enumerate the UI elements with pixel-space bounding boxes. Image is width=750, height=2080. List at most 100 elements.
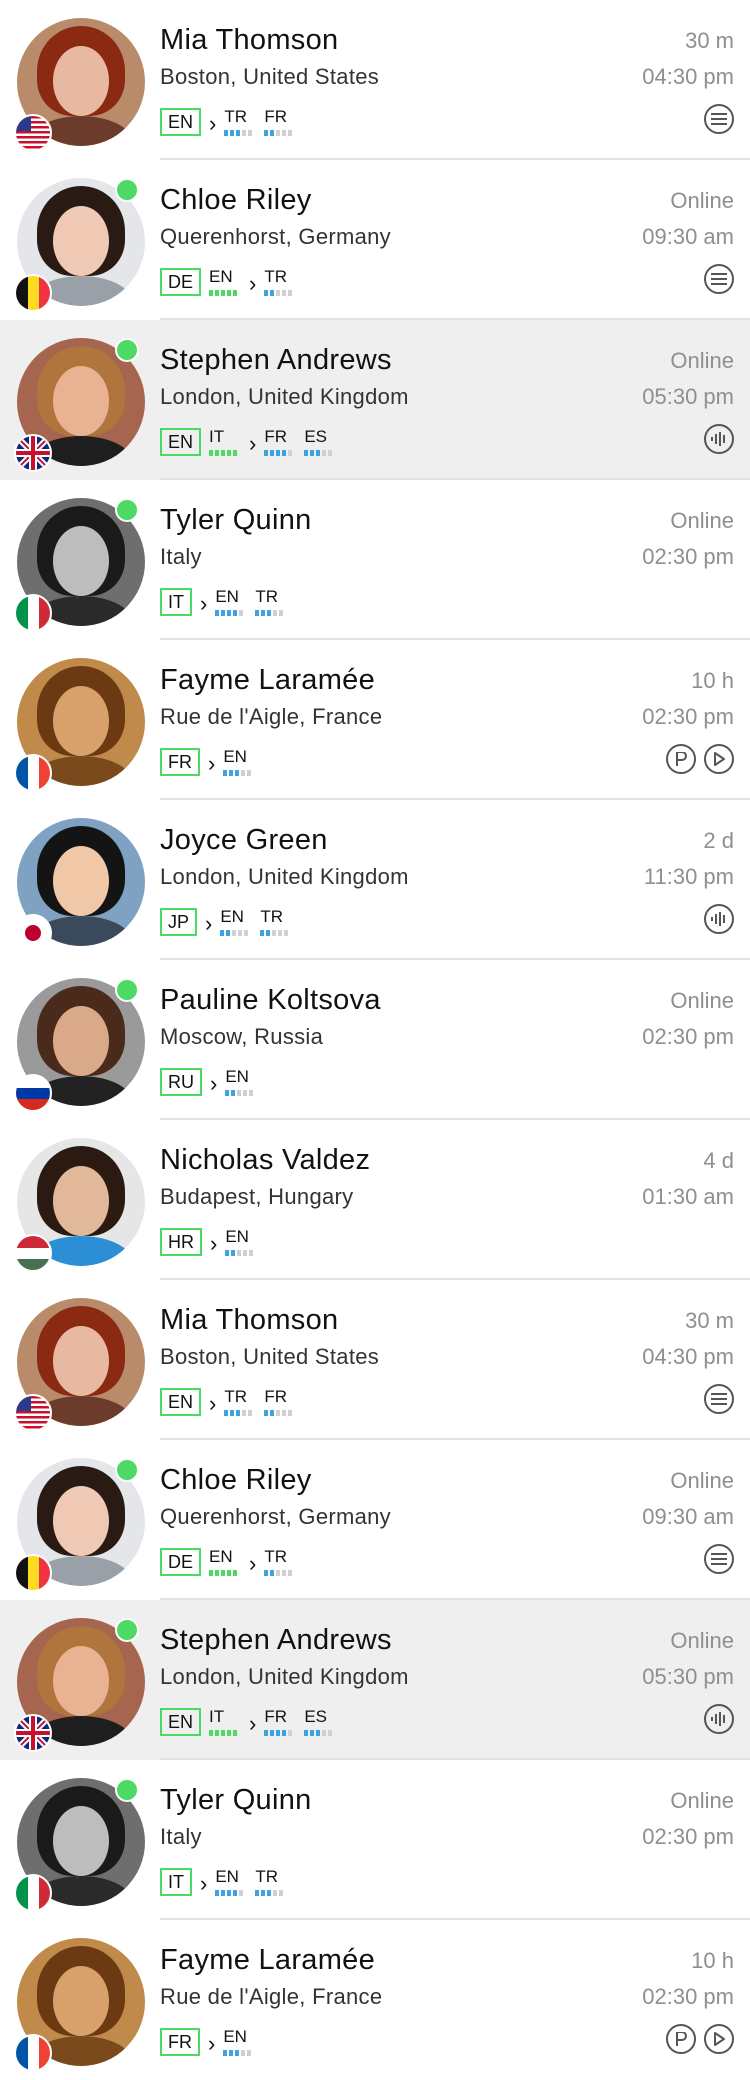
row-actions	[704, 264, 734, 294]
it-flag-icon	[14, 594, 52, 632]
language-row: FR › EN	[160, 740, 263, 776]
proficiency-bars	[225, 1090, 254, 1096]
contact-row[interactable]: Tyler Quinn Italy Online 02:30 pm IT › EN TR	[0, 1760, 750, 1920]
local-time: 02:30 pm	[642, 544, 734, 569]
last-seen-status: 2 d	[703, 828, 734, 853]
local-time: 02:30 pm	[642, 1824, 734, 1849]
local-time: 09:30 am	[642, 1504, 734, 1529]
native-language-badge: HR	[160, 1228, 202, 1256]
avatar-face	[53, 206, 109, 276]
chevron-right-icon: ›	[249, 271, 257, 296]
native-language-badge: DE	[160, 268, 202, 296]
us-flag-icon	[14, 114, 52, 152]
last-seen-status: Online	[670, 188, 734, 213]
learning-language: IT	[209, 1707, 238, 1736]
online-status-dot	[115, 178, 139, 202]
menu-icon[interactable]	[704, 264, 734, 294]
audio-icon[interactable]	[704, 904, 734, 934]
target-language: EN	[215, 588, 244, 616]
contact-location: Rue de l'Aigle, France	[160, 1984, 383, 2009]
last-seen-status: 30 m	[685, 28, 734, 53]
row-actions	[704, 1704, 734, 1734]
avatar-face	[53, 1966, 109, 2036]
audio-icon[interactable]	[704, 1704, 734, 1734]
avatar-face	[53, 46, 109, 116]
menu-icon[interactable]	[704, 104, 734, 134]
language-code: EN	[220, 907, 244, 926]
language-code: EN	[209, 267, 233, 286]
proficiency-bars	[264, 450, 293, 456]
contact-row[interactable]: Fayme Laramée Rue de l'Aigle, France 10 h 0…	[0, 640, 750, 800]
local-time: 01:30 am	[642, 1184, 734, 1209]
target-language: FR	[264, 108, 293, 136]
native-language-badge: EN	[160, 1388, 202, 1416]
language-code: EN	[209, 1547, 233, 1566]
contact-row[interactable]: Stephen Andrews London, United Kingdom Onl…	[0, 1600, 750, 1760]
it-flag-icon	[14, 1874, 52, 1912]
play-icon[interactable]	[704, 2024, 734, 2054]
proficiency-bars	[223, 770, 252, 776]
us-flag-icon	[14, 1394, 52, 1432]
contact-name: Mia Thomson	[160, 1304, 339, 1336]
avatar-face	[53, 526, 109, 596]
contact-row[interactable]: Fayme Laramée Rue de l'Aigle, France 10 h 0…	[0, 1920, 750, 2080]
avatar-face	[53, 1166, 109, 1236]
language-row: EN IT › FR ES	[160, 1700, 344, 1736]
menu-icon[interactable]	[704, 1384, 734, 1414]
target-language: FR	[264, 1388, 293, 1416]
language-code: TR	[255, 587, 278, 606]
language-code: FR	[264, 1707, 288, 1726]
contact-row[interactable]: Tyler Quinn Italy Online 02:30 pm IT › EN TR	[0, 480, 750, 640]
audio-icon[interactable]	[704, 424, 734, 454]
native-language-badge: IT	[160, 1868, 192, 1896]
contact-location: Boston, United States	[160, 1344, 380, 1369]
play-icon[interactable]	[704, 744, 734, 774]
avatar-face	[53, 1646, 109, 1716]
proficiency-bars	[224, 1410, 253, 1416]
language-row: EN IT › FR ES	[160, 420, 344, 456]
proficiency-bars	[264, 290, 293, 296]
chevron-right-icon: ›	[208, 751, 216, 776]
proficiency-bars	[209, 290, 238, 296]
proficiency-bars	[304, 450, 333, 456]
hu-flag-icon	[14, 1234, 52, 1272]
proficiency-bars	[225, 1250, 254, 1256]
last-seen-status: 4 d	[703, 1148, 734, 1173]
target-language: EN	[223, 748, 252, 776]
language-code: TR	[255, 1867, 278, 1886]
local-time: 11:30 pm	[643, 864, 734, 889]
ru-flag-icon	[14, 1074, 52, 1112]
contact-row[interactable]: Joyce Green London, United Kingdom 2 d 11:3…	[0, 800, 750, 960]
contact-row[interactable]: Nicholas Valdez Budapest, Hungary 4 d 01:30…	[0, 1120, 750, 1280]
contact-name: Fayme Laramée	[160, 1944, 376, 1976]
contact-row[interactable]: Mia Thomson Boston, United States 30 m 04:3…	[0, 1280, 750, 1440]
local-time: 02:30 pm	[642, 704, 734, 729]
proficiency-bars	[255, 610, 284, 616]
contact-row[interactable]: Mia Thomson Boston, United States 30 m 04:3…	[0, 0, 750, 160]
chevron-right-icon: ›	[210, 1231, 218, 1256]
language-row: EN › TR FR	[160, 1380, 304, 1416]
language-code: EN	[215, 1867, 239, 1886]
target-language: ES	[304, 428, 333, 456]
contact-row[interactable]: Pauline Koltsova Moscow, Russia Online 02:3…	[0, 960, 750, 1120]
fr-flag-icon	[14, 754, 52, 792]
language-row: RU › EN	[160, 1060, 265, 1096]
avatar-face	[53, 686, 109, 756]
proficiency-bars	[209, 450, 238, 456]
p-icon[interactable]	[666, 2024, 696, 2054]
p-icon[interactable]	[666, 744, 696, 774]
contact-row[interactable]: Chloe Riley Querenhorst, Germany Online 09:…	[0, 160, 750, 320]
contact-name: Stephen Andrews	[160, 344, 392, 376]
contact-row[interactable]: Chloe Riley Querenhorst, Germany Online 09:…	[0, 1440, 750, 1600]
language-code: TR	[224, 107, 248, 126]
learning-language: IT	[209, 428, 238, 456]
native-language-badge: DE	[160, 1548, 202, 1576]
proficiency-bars	[224, 130, 253, 136]
language-code: IT	[209, 1707, 225, 1726]
last-seen-status: Online	[670, 1628, 734, 1653]
contact-row[interactable]: Stephen Andrews London, United Kingdom Onl…	[0, 320, 750, 480]
row-actions	[666, 2024, 734, 2054]
menu-icon[interactable]	[704, 1544, 734, 1574]
last-seen-status: Online	[670, 1788, 734, 1813]
target-language: FR	[264, 428, 293, 456]
